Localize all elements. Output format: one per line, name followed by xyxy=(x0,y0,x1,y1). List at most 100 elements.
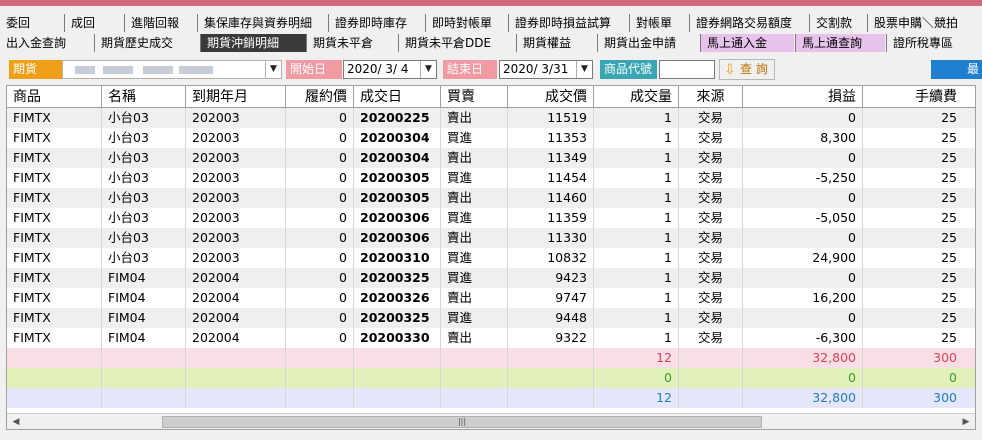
tab-tax-zone[interactable]: 證所稅專區 xyxy=(886,34,982,52)
table-cell: FIM04 xyxy=(101,268,185,288)
summary-qty: 0 xyxy=(593,368,678,388)
table-row[interactable]: FIMTX 小台03 202003 0 20200306 賣出 11330 1 交易 0 25 xyxy=(7,228,975,248)
table-cell: FIMTX xyxy=(13,250,51,265)
table-cell: -5,250 xyxy=(742,168,862,188)
table-cell: 11353 xyxy=(507,128,593,148)
table-cell: 1 xyxy=(593,288,678,308)
summary-pnl: 0 xyxy=(742,368,862,388)
tab-trading-limit[interactable]: 證券網路交易額度 xyxy=(689,14,809,32)
summary-qty: 12 xyxy=(593,348,678,368)
tab-futures-equity[interactable]: 期貨權益 xyxy=(516,34,596,52)
table-cell: FIM04 xyxy=(101,288,185,308)
table-cell: 買進 xyxy=(440,128,507,148)
column-header[interactable]: 成交日 xyxy=(353,86,440,108)
table-row[interactable]: FIMTX FIM04 202004 0 20200330 賣出 9322 1 交易 -6,300… xyxy=(7,328,975,348)
table-row[interactable]: FIMTX FIM04 202004 0 20200325 買進 9423 1 交易 0 25 xyxy=(7,268,975,288)
summary-cell xyxy=(185,388,285,408)
table-row[interactable]: FIMTX FIM04 202004 0 20200325 買進 9448 1 交易 0 25 xyxy=(7,308,975,328)
table-cell: 交易 xyxy=(678,128,742,148)
end-date-picker[interactable]: 2020/ 3/31 ▼ xyxy=(499,60,593,79)
table-row[interactable]: FIMTX FIM04 202004 0 20200326 賣出 9747 1 交易 16,200… xyxy=(7,288,975,308)
tab-quick-deposit[interactable]: 馬上通入金 xyxy=(700,34,794,52)
summary-cell xyxy=(7,368,101,388)
tab-realtime-inventory[interactable]: 證券即時庫存 xyxy=(328,14,423,32)
column-header[interactable]: 來源 xyxy=(678,86,742,108)
table-row[interactable]: FIMTX 小台03 202003 0 20200306 買進 11359 1 交易 -5,050… xyxy=(7,208,975,228)
table-cell: 0 xyxy=(285,228,353,248)
table-cell: 25 xyxy=(862,208,963,228)
table-row[interactable]: FIMTX 小台03 202003 0 20200225 賣出 11519 1 交易 0 25 xyxy=(7,108,975,128)
query-button[interactable]: ⇩ 查 詢 xyxy=(719,59,775,80)
table-cell: 202003 xyxy=(185,248,285,268)
tab-custody-inventory[interactable]: 集保庫存與資券明細 xyxy=(197,14,325,32)
horizontal-scrollbar[interactable]: ◀ ||| ▶ xyxy=(7,413,975,429)
table-cell: 小台03 xyxy=(101,108,185,128)
account-select[interactable]: ▼ xyxy=(62,60,282,79)
table-cell: 9448 xyxy=(507,308,593,328)
tab-quick-query[interactable]: 馬上通查詢 xyxy=(795,34,885,52)
column-header[interactable]: 履約價 xyxy=(285,86,353,108)
tab-advanced-return[interactable]: 進階回報 xyxy=(124,14,196,32)
table-cell: 0 xyxy=(742,108,862,128)
table-cell: 25 xyxy=(862,148,963,168)
tab-statement[interactable]: 對帳單 xyxy=(629,14,689,32)
table-cell: 1 xyxy=(593,148,678,168)
chevron-down-icon[interactable]: ▼ xyxy=(420,61,436,78)
product-code-input[interactable] xyxy=(659,60,715,79)
table-cell: 25 xyxy=(862,328,963,348)
table-cell: 0 xyxy=(285,248,353,268)
table-cell: 11519 xyxy=(507,108,593,128)
table-row[interactable]: FIMTX 小台03 202003 0 20200304 賣出 11349 1 交易 0 25 xyxy=(7,148,975,168)
tab-settlement[interactable]: 交割款 xyxy=(809,14,865,32)
summary-fee: 0 xyxy=(862,368,963,388)
tab-ipo-auction[interactable]: 股票申購＼競拍 xyxy=(867,14,982,32)
scroll-thumb[interactable]: ||| xyxy=(162,416,762,428)
table-cell: 0 xyxy=(742,308,862,328)
tab-deposit-query[interactable]: 出入金查詢 xyxy=(0,34,92,52)
column-header[interactable]: 手續費 xyxy=(862,86,963,108)
table-cell: FIMTX xyxy=(13,190,51,205)
scroll-left-icon[interactable]: ◀ xyxy=(9,415,23,429)
chevron-down-icon[interactable]: ▼ xyxy=(576,61,592,78)
column-header[interactable]: 到期年月 xyxy=(185,86,285,108)
table-cell: 20200325 xyxy=(353,308,440,328)
table-cell: 11349 xyxy=(507,148,593,168)
table-cell: 買進 xyxy=(440,208,507,228)
column-header[interactable]: 損益 xyxy=(742,86,862,108)
column-header[interactable]: 成交價 xyxy=(507,86,593,108)
start-date-picker[interactable]: 2020/ 3/ 4 ▼ xyxy=(343,60,437,79)
tab-fill-return[interactable]: 成回 xyxy=(64,14,122,32)
start-date-label: 開始日 xyxy=(286,60,342,79)
tab-order-return[interactable]: 委回 xyxy=(0,14,62,32)
table-cell: 20200305 xyxy=(353,188,440,208)
chevron-down-icon[interactable]: ▼ xyxy=(265,61,281,78)
table-cell: 25 xyxy=(862,168,963,188)
column-header[interactable]: 商品 xyxy=(7,86,101,108)
summary-cell xyxy=(507,388,593,408)
table-row[interactable]: FIMTX 小台03 202003 0 20200304 買進 11353 1 交易 8,300 2… xyxy=(7,128,975,148)
table-cell: 0 xyxy=(742,148,862,168)
column-header[interactable]: 成交量 xyxy=(593,86,678,108)
tab-realtime-pnl[interactable]: 證券即時損益試算 xyxy=(508,14,628,32)
column-header[interactable]: 名稱 xyxy=(101,86,185,108)
table-row[interactable]: FIMTX 小台03 202003 0 20200310 買進 10832 1 交易 24,900… xyxy=(7,248,975,268)
scroll-right-icon[interactable]: ▶ xyxy=(959,415,973,429)
table-row[interactable]: FIMTX 小台03 202003 0 20200305 買進 11454 1 交易 -5,250… xyxy=(7,168,975,188)
table-cell: 小台03 xyxy=(101,248,185,268)
table-cell: 1 xyxy=(593,308,678,328)
tab-futures-offset-detail[interactable]: 期貨沖銷明細 xyxy=(200,34,306,52)
tab-futures-open[interactable]: 期貨未平倉 xyxy=(306,34,398,52)
table-cell: 202003 xyxy=(185,208,285,228)
table-cell: 11460 xyxy=(507,188,593,208)
tab-futures-open-dde[interactable]: 期貨未平倉DDE xyxy=(398,34,516,52)
table-cell: 1 xyxy=(593,268,678,288)
summary-cell xyxy=(353,368,440,388)
tab-futures-history[interactable]: 期貨歷史成交 xyxy=(94,34,199,52)
offset-detail-grid: 商品 名稱 到期年月 履約價 成交日 買賣 成交價 成交量 來源 損益 手續費 FIMTX 小台03 2… xyxy=(6,85,976,430)
tab-futures-withdraw[interactable]: 期貨出金申請 xyxy=(597,34,699,52)
table-row[interactable]: FIMTX 小台03 202003 0 20200305 賣出 11460 1 交易 0 25 xyxy=(7,188,975,208)
column-header[interactable]: 買賣 xyxy=(440,86,507,108)
right-panel-label[interactable]: 最 xyxy=(931,60,982,79)
tab-realtime-statement[interactable]: 即時對帳單 xyxy=(425,14,507,32)
table-cell: 交易 xyxy=(678,168,742,188)
